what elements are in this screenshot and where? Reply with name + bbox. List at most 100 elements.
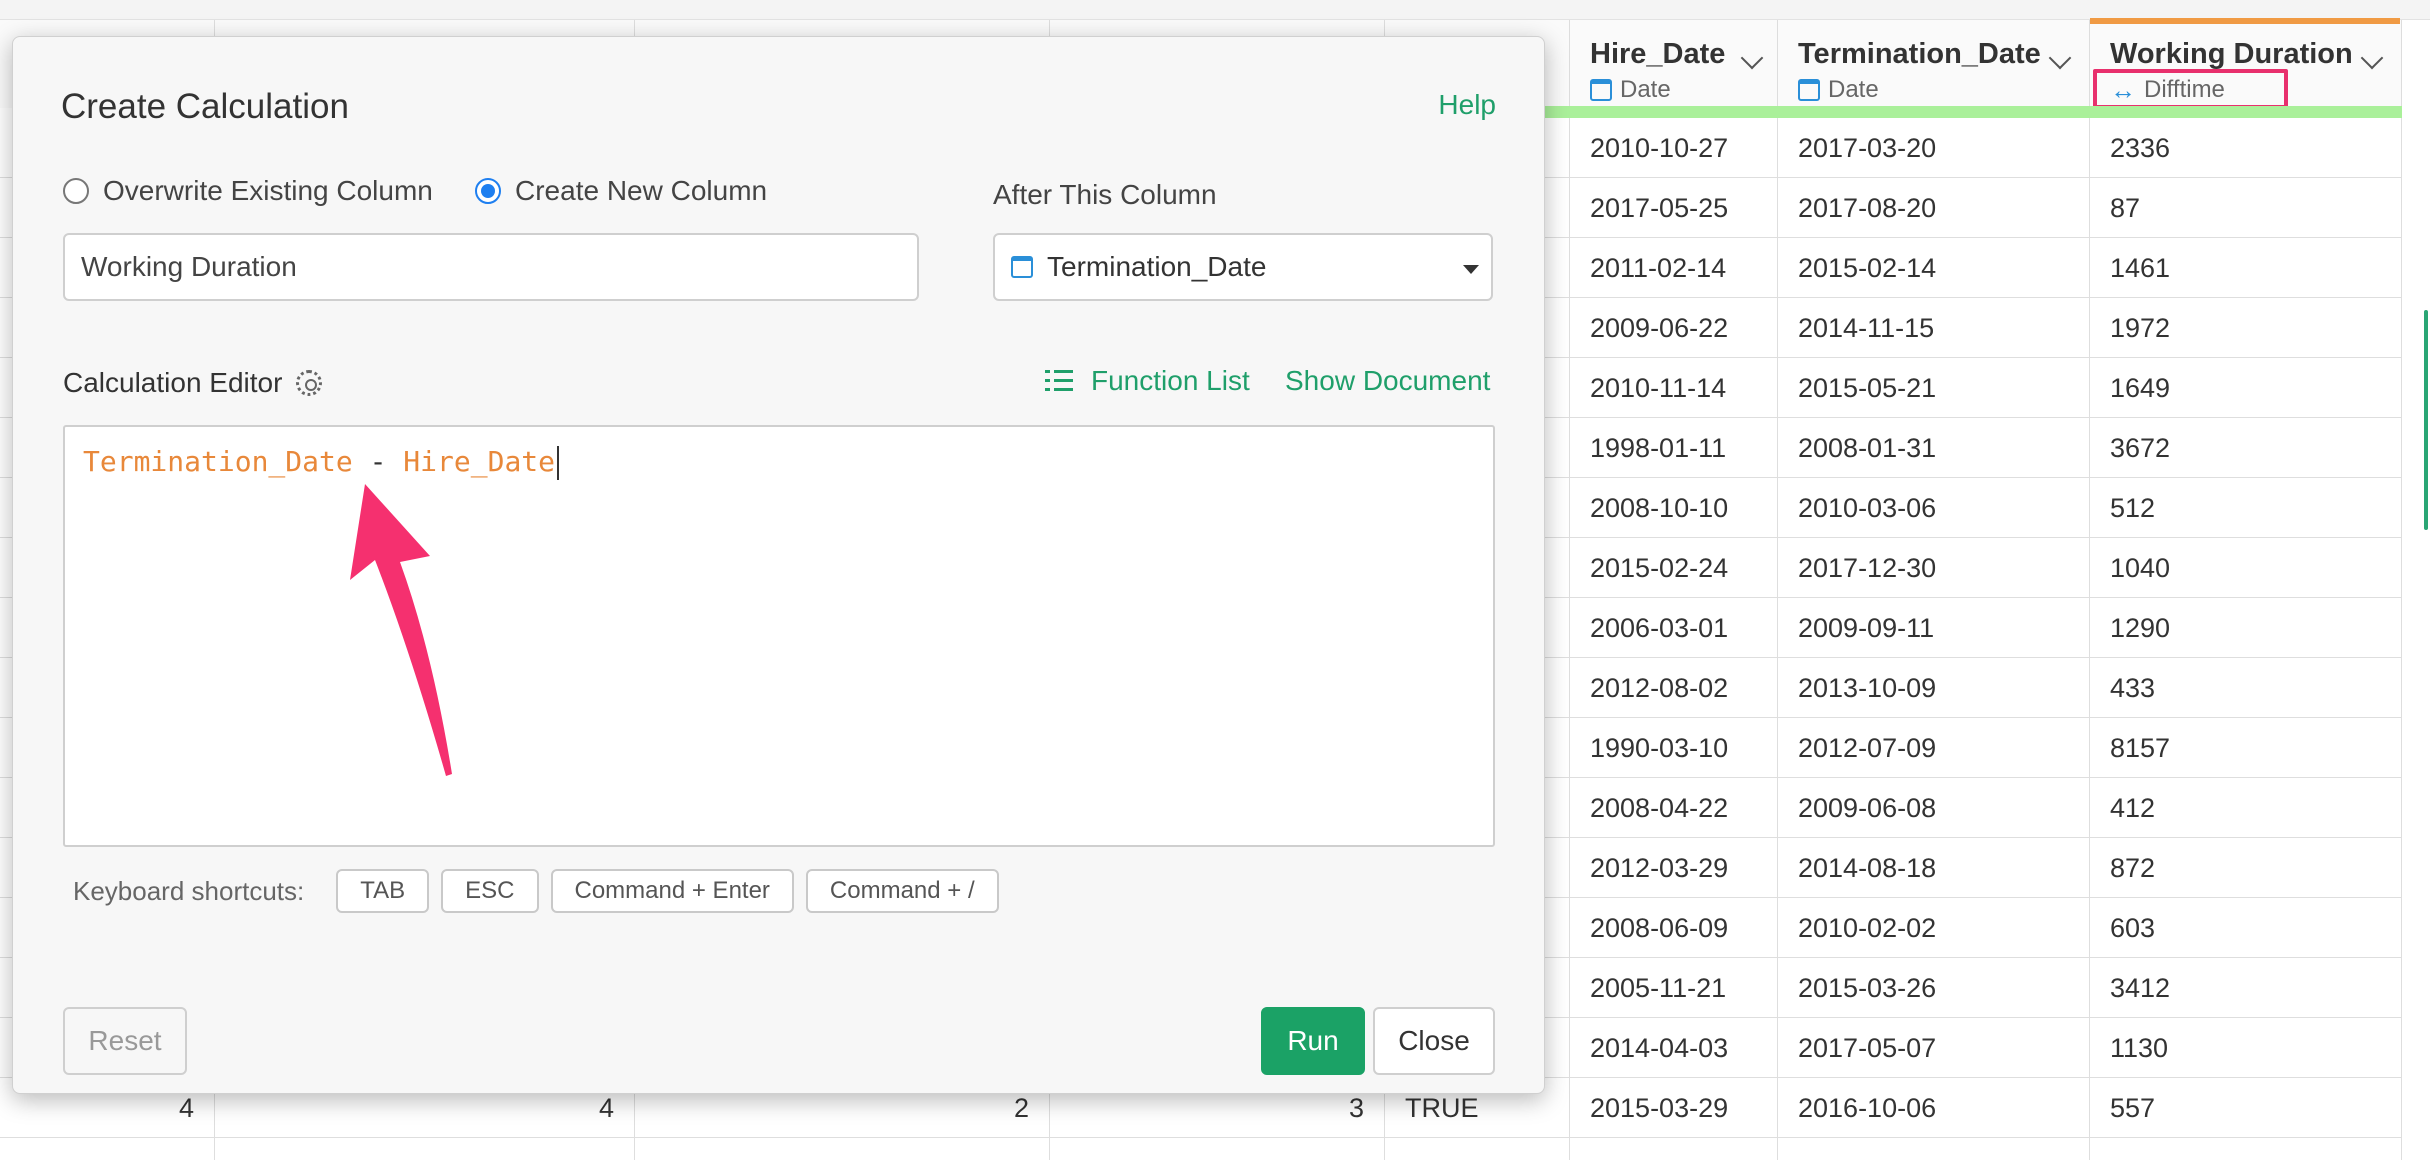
create-calculation-dialog: Create Calculation Help Overwrite Existi… [12,36,1545,1094]
code-token-column: Termination_Date [83,445,353,478]
table-cell[interactable] [1778,1138,2090,1160]
shortcut-tab: TAB [336,869,430,913]
table-cell[interactable]: 2005-11-21 [1570,958,1778,1018]
table-cell[interactable]: 1972 [2090,298,2402,358]
table-cell[interactable]: 2017-05-25 [1570,178,1778,238]
after-column-select[interactable]: Termination_Date [993,233,1493,301]
table-cell[interactable]: 2013-10-09 [1778,658,2090,718]
table-cell[interactable]: 2017-05-07 [1778,1018,2090,1078]
table-row[interactable] [0,1138,2402,1160]
table-cell[interactable]: 1290 [2090,598,2402,658]
table-cell[interactable]: 2006-03-01 [1570,598,1778,658]
table-cell[interactable] [1570,1138,1778,1160]
scrollbar[interactable] [2424,310,2428,530]
reset-button[interactable]: Reset [63,1007,187,1075]
calculation-editor[interactable]: Termination_Date - Hire_Date [63,425,1495,847]
table-cell[interactable]: 1649 [2090,358,2402,418]
table-cell[interactable]: 1461 [2090,238,2402,298]
table-cell[interactable] [635,1138,1050,1160]
table-cell[interactable]: 2011-02-14 [1570,238,1778,298]
type-highlight-box [2093,69,2288,109]
table-cell[interactable]: 2015-03-26 [1778,958,2090,1018]
function-list-link[interactable]: Function List [1045,365,1250,397]
table-cell[interactable]: 2016-10-06 [1778,1078,2090,1138]
column-type: Date [1798,76,1879,104]
table-cell[interactable]: 2015-02-14 [1778,238,2090,298]
table-cell[interactable]: 2015-02-24 [1570,538,1778,598]
table-cell[interactable]: 2009-06-08 [1778,778,2090,838]
select-value: Termination_Date [1047,251,1267,282]
table-cell[interactable]: 512 [2090,478,2402,538]
editor-label-text: Calculation Editor [63,367,283,398]
chevron-down-icon[interactable] [2048,46,2072,70]
column-type: Date [1590,76,1671,104]
table-cell[interactable]: 2017-03-20 [1778,118,2090,178]
table-cell[interactable]: 2014-08-18 [1778,838,2090,898]
column-name-input[interactable]: Working Duration [63,233,919,301]
table-cell[interactable] [0,1138,215,1160]
radio-button[interactable] [63,178,89,204]
help-link[interactable]: Help [1438,89,1496,121]
calculation-editor-label: Calculation Editor [63,367,323,399]
radio-create-new[interactable]: Create New Column [475,175,767,207]
table-cell[interactable]: 3412 [2090,958,2402,1018]
table-cell[interactable]: 2010-11-14 [1570,358,1778,418]
shortcut-esc: ESC [441,869,539,913]
dialog-title: Create Calculation [61,87,349,126]
column-name: Termination_Date [1798,38,2041,70]
table-cell[interactable]: 603 [2090,898,2402,958]
table-cell[interactable]: 8157 [2090,718,2402,778]
table-cell[interactable]: 2009-09-11 [1778,598,2090,658]
radio-button-selected[interactable] [475,178,501,204]
table-cell[interactable] [1050,1138,1385,1160]
table-cell[interactable]: 2008-10-10 [1570,478,1778,538]
table-cell[interactable]: 2015-03-29 [1570,1078,1778,1138]
table-cell[interactable]: 2008-06-09 [1570,898,1778,958]
calendar-icon [1798,79,1820,101]
chevron-down-icon[interactable] [1740,46,1764,70]
table-cell[interactable]: 557 [2090,1078,2402,1138]
table-cell[interactable]: 1990-03-10 [1570,718,1778,778]
run-button[interactable]: Run [1261,1007,1365,1075]
chevron-down-icon[interactable] [2360,46,2384,70]
radio-overwrite[interactable]: Overwrite Existing Column [63,175,433,207]
table-cell[interactable]: 2017-12-30 [1778,538,2090,598]
table-cell[interactable]: 2015-05-21 [1778,358,2090,418]
table-cell[interactable]: 872 [2090,838,2402,898]
close-button[interactable]: Close [1373,1007,1495,1075]
table-cell[interactable]: 2008-01-31 [1778,418,2090,478]
table-cell[interactable]: 2010-02-02 [1778,898,2090,958]
column-header-termination-date[interactable]: Termination_Date Date [1778,20,2090,108]
table-cell[interactable]: 2012-08-02 [1570,658,1778,718]
table-cell[interactable]: 2014-11-15 [1778,298,2090,358]
radio-label: Overwrite Existing Column [103,175,433,206]
gear-icon[interactable] [296,370,323,396]
table-cell[interactable] [2090,1138,2402,1160]
table-cell[interactable]: 2009-06-22 [1570,298,1778,358]
table-cell[interactable]: 2014-04-03 [1570,1018,1778,1078]
table-cell[interactable]: 3672 [2090,418,2402,478]
shortcut-command-enter: Command + Enter [550,869,794,913]
table-cell[interactable]: 87 [2090,178,2402,238]
selected-column-indicator [2090,18,2400,24]
table-cell[interactable]: 2012-03-29 [1570,838,1778,898]
table-cell[interactable]: 2010-10-27 [1570,118,1778,178]
show-document-link[interactable]: Show Document [1285,365,1490,397]
table-cell[interactable]: 2336 [2090,118,2402,178]
table-cell[interactable]: 1130 [2090,1018,2402,1078]
column-header-hire-date[interactable]: Hire_Date Date [1570,20,1778,108]
table-cell[interactable]: 2008-04-22 [1570,778,1778,838]
keyboard-shortcuts: Keyboard shortcuts: TAB ESC Command + En… [73,869,999,913]
table-cell[interactable]: 2012-07-09 [1778,718,2090,778]
table-cell[interactable]: 1040 [2090,538,2402,598]
table-cell[interactable]: 2017-08-20 [1778,178,2090,238]
table-cell[interactable]: 433 [2090,658,2402,718]
top-toolbar [0,0,2430,20]
radio-label: Create New Column [515,175,768,206]
table-cell[interactable]: 2010-03-06 [1778,478,2090,538]
table-cell[interactable] [1385,1138,1570,1160]
table-cell[interactable]: 1998-01-11 [1570,418,1778,478]
calendar-icon [1590,79,1612,101]
table-cell[interactable]: 412 [2090,778,2402,838]
table-cell[interactable] [215,1138,635,1160]
